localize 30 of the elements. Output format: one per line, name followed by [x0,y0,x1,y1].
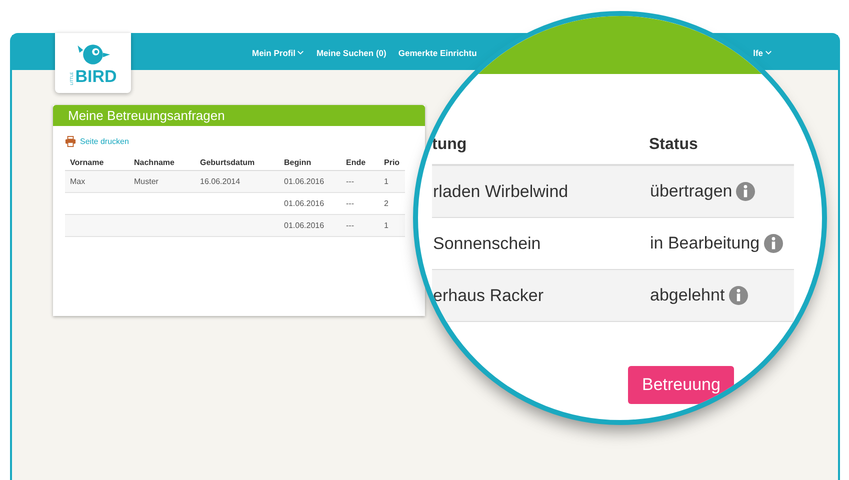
table-cell: Max [70,177,86,186]
nav-link[interactable]: Mein Profil [252,48,304,58]
table-cell: 01.06.2016 [284,177,324,186]
table-cell: --- [346,199,354,208]
status-text: in Bearbeitung [650,234,760,253]
printer-icon [65,136,76,147]
status-text: abgelehnt [650,286,725,305]
table-cell: 01.06.2016 [284,199,324,208]
logo-text: BIRD [75,68,117,85]
info-icon[interactable] [764,234,783,254]
table-cell: 2 [384,199,388,208]
nav-link[interactable]: lfe [753,48,772,58]
facility-name: erhaus Racker [433,286,544,304]
print-link[interactable]: Seite drucken [65,136,413,147]
table-cell: Muster [134,177,158,186]
nav-link[interactable]: Meine Suchen (0) [316,48,386,58]
facility-name: Sonnenschein [433,234,541,252]
info-icon[interactable] [736,182,756,202]
panel-title: Meine Betreuungsanfragen [53,105,425,126]
nav-link[interactable]: Gemerkte Einrichtu [398,48,477,58]
table-cell: 01.06.2016 [284,221,324,230]
status-text: übertragen [650,182,732,201]
facility-name: rladen Wirbelwind [433,182,568,200]
table-cell: 16.06.2014 [200,177,240,186]
table-cell: --- [346,221,354,230]
table-cell: 1 [384,221,388,230]
info-icon[interactable] [728,286,748,306]
table-cell: 1 [384,177,388,186]
table-cell: --- [346,177,354,186]
request-button[interactable]: Betreuung [628,366,734,404]
